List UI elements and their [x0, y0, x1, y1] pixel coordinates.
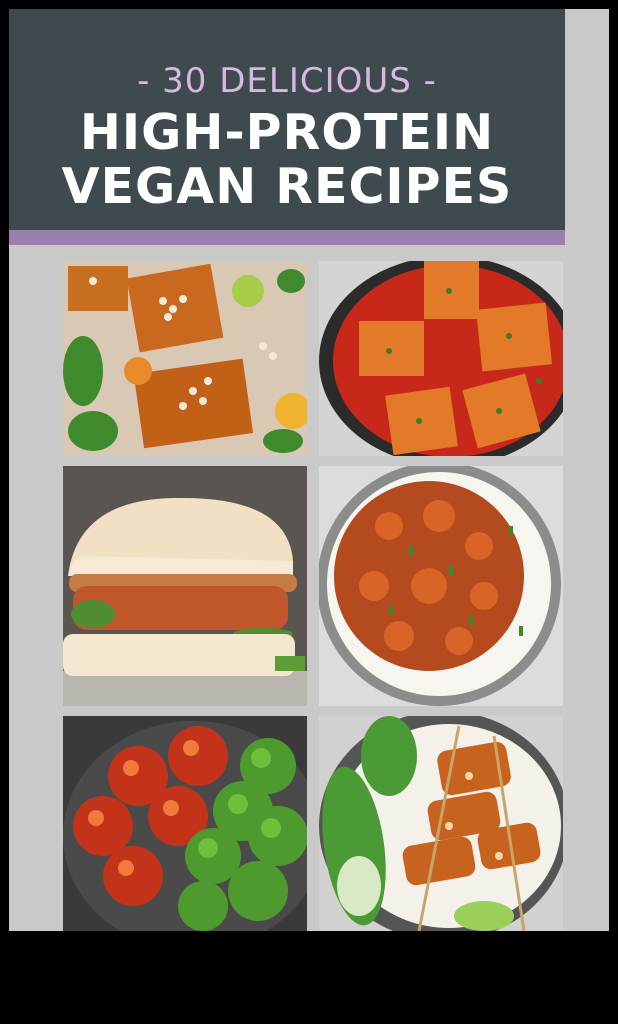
title-line-1: HIGH-PROTEIN [79, 104, 495, 161]
tofu-satay-skewers-bok-choy-photo[interactable] [319, 716, 563, 931]
meatballs-broccoli-plate-photo[interactable] [63, 716, 307, 931]
accent-strip [9, 230, 565, 245]
baked-tofu-white-beans-photo[interactable] [63, 261, 307, 456]
bbq-tempeh-rice-bowl-photo[interactable] [319, 466, 563, 706]
title-line-2: VEGAN RECIPES [61, 158, 513, 215]
crispy-tofu-sandwich-photo[interactable] [63, 466, 307, 706]
subtitle: - 30 DELICIOUS - [137, 61, 437, 101]
photo-grid [63, 261, 563, 931]
title-banner: - 30 DELICIOUS - HIGH-PROTEIN VEGAN RECI… [9, 9, 565, 245]
recipe-pin-card[interactable]: - 30 DELICIOUS - HIGH-PROTEIN VEGAN RECI… [9, 9, 609, 931]
tofu-tomato-sauce-skillet-photo[interactable] [319, 261, 563, 456]
